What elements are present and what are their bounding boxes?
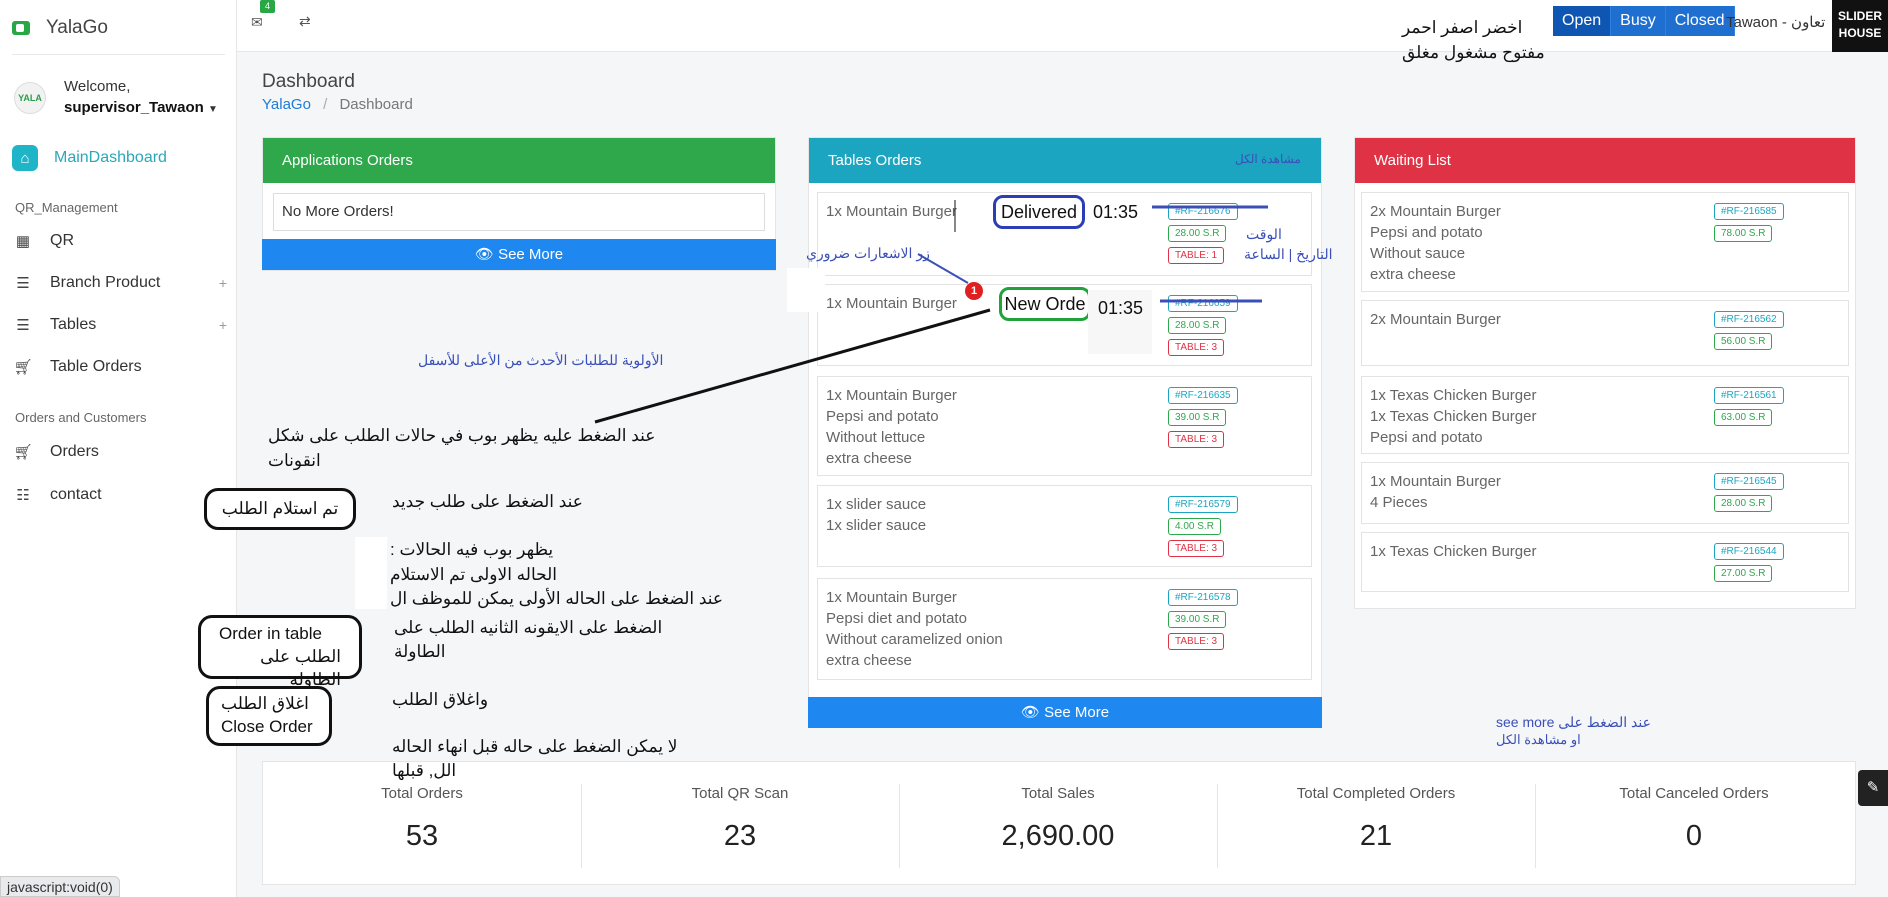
states-note-3: عند الضغط على الحاله الأولى يمكن للموظف … [390, 589, 724, 608]
mask [787, 268, 825, 312]
button-label-ar: اغلاق الطلب [221, 694, 309, 713]
mask [355, 537, 387, 609]
close-note: واغلاق الطلب [392, 690, 489, 709]
notification-note: زر الاشعارات ضروري [806, 245, 930, 261]
second-icon-note-1: الضغط على الايقونه الثانيه الطلب على [394, 618, 663, 637]
button-label-en: Close Order [221, 717, 313, 736]
date-note: التاريخ | الساعة [1244, 246, 1333, 262]
states-note-1: يظهر بوب فيه الحالات : [390, 540, 554, 559]
see-more-note-1: عند الضغط على see more [1496, 714, 1651, 730]
order-time: 01:35 [1098, 298, 1144, 318]
close-order-button[interactable]: اغلاق الطلب Close Order [206, 686, 332, 746]
second-icon-note-2: الطاولة [394, 642, 446, 661]
button-label-en: Order in table [219, 624, 322, 643]
rule-note-2: الل, قبلها [392, 761, 457, 780]
order-time: 01:35 [1093, 202, 1139, 222]
new-order-click-note: عند الضغط على طلب جديد [392, 492, 583, 511]
states-note-2: الحاله الاولى تم الاستلام [390, 565, 558, 584]
new-order-status-pill[interactable]: New Orde [999, 287, 1091, 321]
order-in-table-button[interactable]: Order in table الطلب على الطاولة [198, 615, 362, 689]
see-more-note-2: او مشاهدة الكل [1496, 732, 1581, 747]
rule-note-1: لا يمكن الضغط على حاله قبل انهاء الحاله [392, 737, 678, 756]
delivered-status-pill[interactable]: Delivered [993, 195, 1085, 229]
priority-note: الأولوية للطلبات الأحدث من الأعلى للأسفل [418, 352, 664, 368]
settings-tool-icon[interactable]: ✎ [1858, 770, 1888, 806]
popup-note-line2: انقونات [268, 451, 321, 470]
button-label-ar: الطلب على الطاولة [260, 647, 341, 689]
popup-note-line1: عند الضغط عليه يظهر بوب في حالات الطلب ع… [268, 426, 656, 445]
annotation-lines [594, 200, 1268, 424]
notification-badge[interactable]: 1 [965, 282, 983, 300]
received-order-button[interactable]: تم استلام الطلب [204, 488, 356, 530]
time-note: الوقت [1246, 226, 1282, 242]
